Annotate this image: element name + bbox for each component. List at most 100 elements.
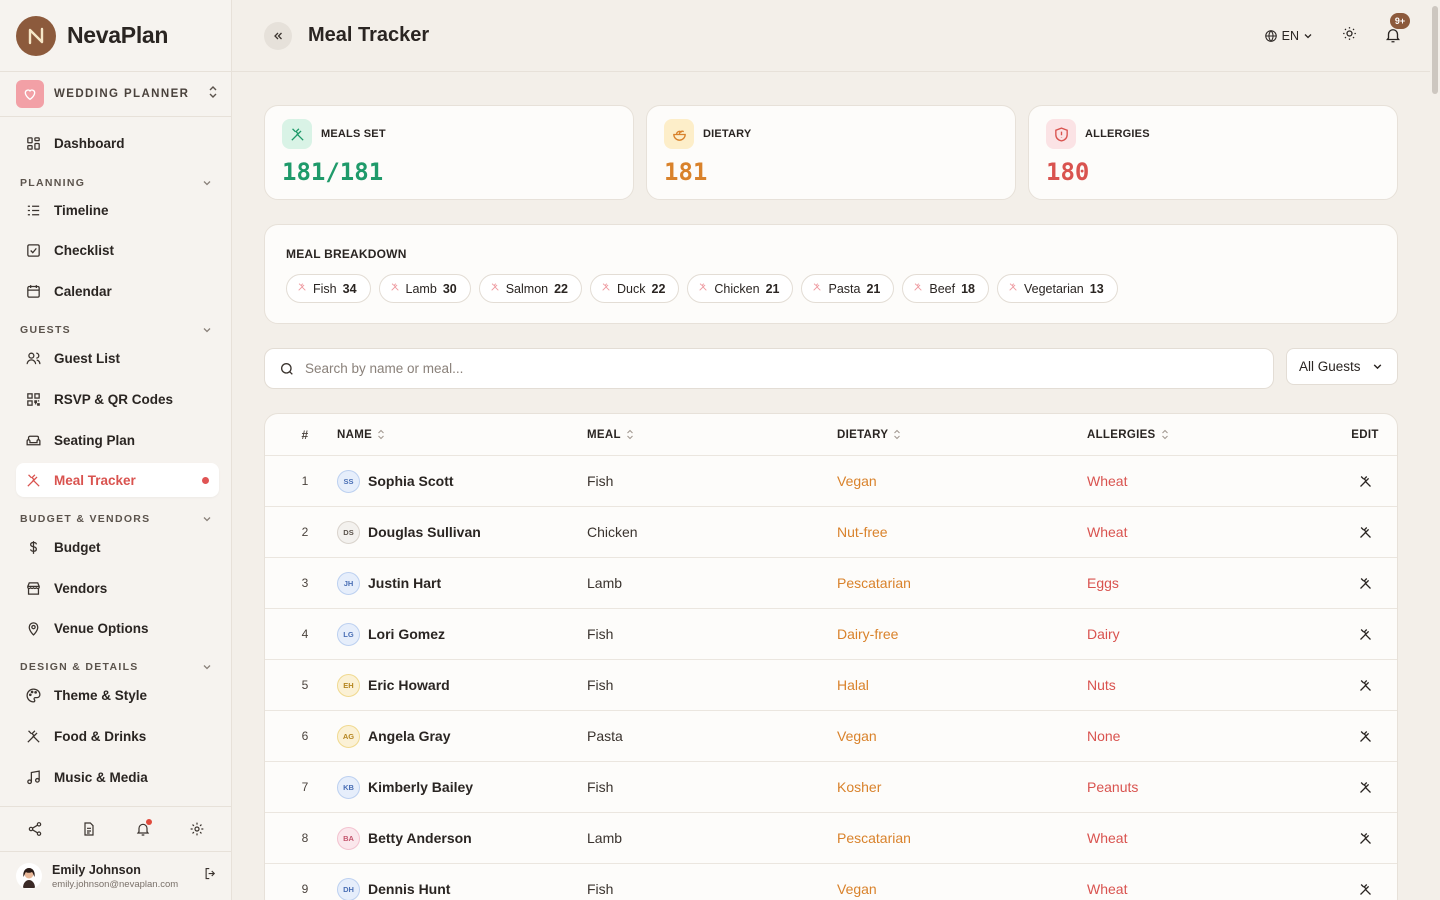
section-guests[interactable]: GUESTS	[20, 323, 212, 337]
allergies-cell: Dairy	[1087, 626, 1120, 642]
sidebar-item-music[interactable]: Music & Media	[16, 760, 219, 794]
workspace-switcher[interactable]: WEDDING PLANNER	[0, 72, 231, 117]
meal-cell: Fish	[587, 779, 614, 795]
guest-name: Angela Gray	[368, 728, 451, 744]
sidebar-item-calendar[interactable]: Calendar	[16, 274, 219, 308]
meal-chip[interactable]: Vegetarian 13	[996, 274, 1118, 303]
row-number: 7	[301, 780, 309, 794]
bell-icon[interactable]	[133, 819, 153, 839]
sidebar-item-rsvp[interactable]: RSVP & QR Codes	[16, 382, 219, 416]
search-input[interactable]	[305, 361, 1273, 376]
share-icon[interactable]	[25, 819, 45, 839]
sun-icon[interactable]	[1341, 25, 1358, 47]
col-header-name[interactable]: NAME	[337, 414, 385, 455]
user-profile[interactable]: Emily Johnson emily.johnson@nevaplan.com	[0, 852, 232, 900]
sidebar-item-label: Theme & Style	[54, 687, 148, 703]
sidebar-item-guest-list[interactable]: Guest List	[16, 341, 219, 375]
notifications-button[interactable]: 9+	[1384, 13, 1410, 46]
guest-filter-select[interactable]: All Guests	[1286, 348, 1398, 385]
page-title: Meal Tracker	[308, 24, 430, 46]
table-row[interactable]: 3 JH Justin Hart Lamb Pescatarian Eggs	[265, 558, 1397, 609]
dietary-cell: Nut-free	[837, 524, 888, 540]
col-header-dietary[interactable]: DIETARY	[837, 414, 901, 455]
sidebar-item-vendors[interactable]: Vendors	[16, 571, 219, 605]
sidebar-item-theme[interactable]: Theme & Style	[16, 678, 219, 712]
sidebar-item-seating[interactable]: Seating Plan	[16, 423, 219, 457]
utensils-crossed-icon	[282, 119, 312, 149]
col-header-meal[interactable]: MEAL	[587, 414, 634, 455]
table-row[interactable]: 2 DS Douglas Sullivan Chicken Nut-free Wheat	[265, 507, 1397, 558]
table-row[interactable]: 6 AG Angela Gray Pasta Vegan None	[265, 711, 1397, 762]
edit-meal-button[interactable]	[1337, 711, 1393, 761]
sidebar-item-food[interactable]: Food & Drinks	[16, 719, 219, 753]
meal-chip[interactable]: Lamb 30	[378, 274, 471, 303]
meal-chip[interactable]: Salmon 22	[478, 274, 583, 303]
guest-name-cell: AG Angela Gray	[337, 711, 450, 761]
edit-meal-button[interactable]	[1337, 558, 1393, 608]
table-row[interactable]: 9 DH Dennis Hunt Fish Vegan Wheat	[265, 864, 1397, 900]
meal-chip-count: 21	[765, 281, 780, 296]
meal-chip[interactable]: Beef 18	[902, 274, 989, 303]
brand[interactable]: NevaPlan	[0, 0, 231, 72]
edit-meal-button[interactable]	[1337, 507, 1393, 557]
section-planning[interactable]: PLANNING	[20, 176, 212, 190]
edit-meal-button[interactable]	[1337, 864, 1393, 900]
document-icon[interactable]	[79, 819, 99, 839]
sidebar-item-checklist[interactable]: Checklist	[16, 233, 219, 267]
guest-name: Betty Anderson	[368, 830, 472, 846]
sidebar-item-venue[interactable]: Venue Options	[16, 611, 219, 645]
dietary-cell: Pescatarian	[837, 575, 911, 591]
notification-dot	[146, 819, 152, 825]
scrollbar-thumb[interactable]	[1432, 6, 1438, 94]
table-row[interactable]: 1 SS Sophia Scott Fish Vegan Wheat	[265, 456, 1397, 507]
section-design[interactable]: DESIGN & DETAILS	[20, 660, 212, 674]
stat-label: ALLERGIES	[1085, 128, 1150, 140]
search-bar[interactable]	[264, 348, 1274, 389]
allergies-cell: Wheat	[1087, 881, 1128, 897]
dietary-cell: Halal	[837, 677, 869, 693]
sidebar-item-label: RSVP & QR Codes	[54, 391, 174, 407]
sidebar-item-label: Music & Media	[54, 769, 148, 785]
utensils-crossed-icon	[1359, 781, 1371, 793]
meal-table: # NAME MEAL DIETARY ALLERGIES EDIT 1 SS So…	[264, 413, 1398, 900]
avatar: DS	[337, 520, 360, 544]
section-design-label: DESIGN & DETAILS	[20, 661, 139, 673]
sidebar-item-budget[interactable]: Budget	[16, 530, 219, 564]
nevaplan-logo-icon	[16, 15, 56, 56]
col-header-allergies[interactable]: ALLERGIES	[1087, 414, 1169, 455]
logout-icon[interactable]	[203, 866, 218, 886]
meal-chip[interactable]: Chicken 21	[687, 274, 794, 303]
meal-chip-name: Beef	[929, 281, 956, 296]
edit-meal-button[interactable]	[1337, 762, 1393, 812]
avatar: EH	[337, 673, 360, 697]
meal-chip[interactable]: Duck 22	[590, 274, 680, 303]
meal-cell: Lamb	[587, 575, 623, 591]
meal-chip[interactable]: Fish 34	[286, 274, 371, 303]
table-row[interactable]: 8 BA Betty Anderson Lamb Pescatarian Wheat	[265, 813, 1397, 864]
edit-meal-button[interactable]	[1337, 660, 1393, 710]
edit-meal-button[interactable]	[1337, 609, 1393, 659]
meal-chip-count: 30	[442, 281, 457, 296]
gear-icon[interactable]	[187, 819, 207, 839]
table-row[interactable]: 4 LG Lori Gomez Fish Dairy-free Dairy	[265, 609, 1397, 660]
sidebar-item-dashboard[interactable]: Dashboard	[16, 126, 219, 160]
section-budget[interactable]: BUDGET & VENDORS	[20, 512, 212, 526]
table-row[interactable]: 5 EH Eric Howard Fish Halal Nuts	[265, 660, 1397, 711]
dollar-icon	[30, 540, 37, 554]
scrollbar-track[interactable]	[1430, 0, 1440, 900]
salad-icon	[664, 119, 694, 149]
sidebar-item-timeline[interactable]: Timeline	[16, 193, 219, 227]
row-number: 8	[301, 831, 309, 845]
sidebar-item-meal-tracker[interactable]: Meal Tracker	[16, 463, 219, 497]
language-selector[interactable]: EN	[1264, 29, 1313, 43]
sidebar-item-label: Timeline	[54, 202, 109, 218]
utensils-crossed-icon	[913, 282, 923, 295]
meal-chip[interactable]: Pasta 21	[801, 274, 895, 303]
meal-chip-count: 21	[866, 281, 881, 296]
sidebar-item-label: Vendors	[54, 580, 108, 596]
meal-chip-name: Duck	[617, 281, 646, 296]
table-row[interactable]: 7 KB Kimberly Bailey Fish Kosher Peanuts	[265, 762, 1397, 813]
edit-meal-button[interactable]	[1337, 456, 1393, 506]
collapse-sidebar-button[interactable]	[264, 21, 292, 50]
edit-meal-button[interactable]	[1337, 813, 1393, 863]
